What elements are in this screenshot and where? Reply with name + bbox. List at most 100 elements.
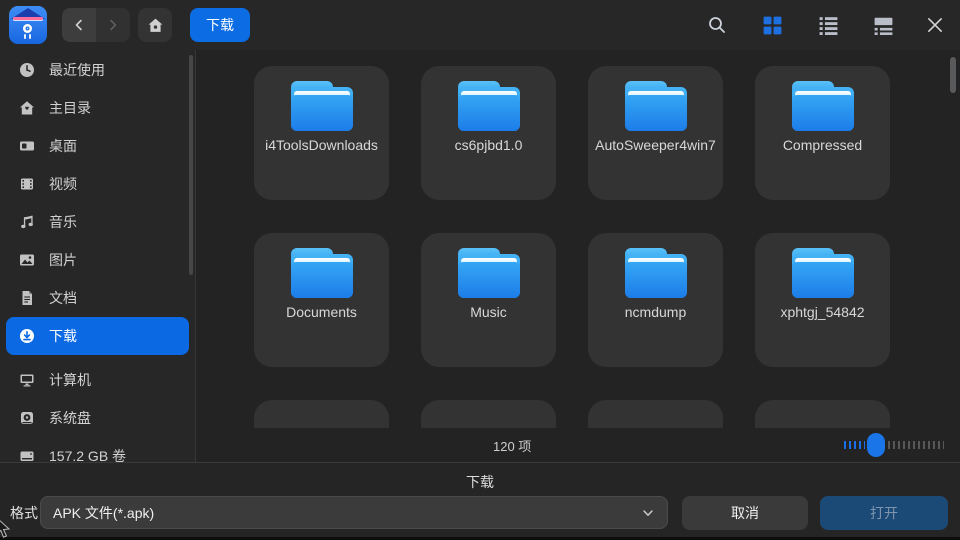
folder-icon	[792, 248, 854, 298]
cancel-button[interactable]: 取消	[682, 496, 808, 530]
sidebar-item-recent[interactable]: 最近使用	[6, 51, 189, 89]
sidebar-item-documents[interactable]: 文档	[6, 279, 189, 317]
list-view-button[interactable]	[818, 15, 838, 35]
detail-view-icon	[874, 16, 893, 35]
item-count: 120 项	[493, 436, 531, 455]
folder-name: xphtgj_54842	[762, 304, 884, 322]
sidebar-item-desktop[interactable]: 桌面	[6, 127, 189, 165]
breadcrumb-current-folder[interactable]: 下载	[190, 8, 250, 42]
close-button[interactable]	[925, 15, 945, 35]
download-icon	[19, 328, 35, 344]
dialog-title: 下载	[0, 472, 960, 492]
sidebar-item-label: 系统盘	[49, 408, 91, 428]
sidebar-item-system-disk[interactable]: 系统盘	[6, 399, 189, 437]
file-dialog-window: 下载 最近使用 主目录	[0, 0, 960, 540]
slider-ticks-active	[844, 441, 865, 449]
back-button[interactable]	[62, 8, 96, 42]
volume-icon	[19, 448, 35, 462]
folder-name: ncmdump	[595, 304, 717, 322]
file-grid-scrollbar[interactable]	[950, 57, 956, 93]
sidebar-item-music[interactable]: 音乐	[6, 203, 189, 241]
folder-tile-partial[interactable]	[588, 400, 723, 428]
title-bar: 下载	[0, 0, 960, 50]
folder-icon	[458, 248, 520, 298]
folder-tile[interactable]: Documents	[254, 233, 389, 367]
folder-name: AutoSweeper4win7	[595, 137, 717, 155]
navigation-group	[62, 8, 130, 42]
folder-tile[interactable]: ncmdump	[588, 233, 723, 367]
sidebar-item-label: 计算机	[49, 370, 91, 390]
sidebar-item-label: 图片	[49, 250, 77, 270]
computer-icon	[19, 372, 35, 388]
folder-tile-partial[interactable]	[254, 400, 389, 428]
folder-icon	[291, 81, 353, 131]
sidebar: 最近使用 主目录 桌面 视频 音乐 图片	[0, 50, 196, 462]
folder-tile-partial[interactable]	[421, 400, 556, 428]
close-icon	[926, 16, 944, 34]
open-button[interactable]: 打开	[820, 496, 948, 530]
sidebar-item-label: 视频	[49, 174, 77, 194]
forward-icon	[106, 18, 120, 32]
folder-tile-partial[interactable]	[755, 400, 890, 428]
folder-tile[interactable]: Music	[421, 233, 556, 367]
folder-name: cs6pjbd1.0	[428, 137, 550, 155]
sidebar-item-label: 157.2 GB 卷	[49, 446, 126, 462]
folder-name: i4ToolsDownloads	[261, 137, 383, 155]
mouse-cursor	[0, 518, 12, 538]
sidebar-item-label: 音乐	[49, 212, 77, 232]
folder-tile[interactable]: cs6pjbd1.0	[421, 66, 556, 200]
music-icon	[19, 214, 35, 230]
file-grid-panel: i4ToolsDownloads cs6pjbd1.0 AutoSweeper4…	[197, 50, 960, 428]
folder-icon	[291, 248, 353, 298]
dialog-footer: 下载 格式 APK 文件(*.apk) 取消 打开	[0, 462, 960, 537]
folder-tile[interactable]: xphtgj_54842	[755, 233, 890, 367]
folder-icon	[458, 81, 520, 131]
search-icon	[707, 15, 727, 35]
folder-name: Compressed	[762, 137, 884, 155]
slider-ticks-inactive	[888, 441, 944, 449]
folder-icon	[625, 81, 687, 131]
folder-name: Music	[428, 304, 550, 322]
search-button[interactable]	[707, 15, 727, 35]
image-icon	[19, 252, 35, 268]
sidebar-item-pictures[interactable]: 图片	[6, 241, 189, 279]
format-label: 格式	[10, 503, 38, 523]
folder-tile[interactable]: i4ToolsDownloads	[254, 66, 389, 200]
sidebar-item-label: 文档	[49, 288, 77, 308]
file-manager-app-icon	[9, 6, 47, 44]
back-icon	[72, 18, 86, 32]
grid-view-icon	[763, 16, 782, 35]
detail-view-button[interactable]	[873, 15, 893, 35]
disk-icon	[19, 410, 35, 426]
forward-button[interactable]	[96, 8, 130, 42]
sidebar-item-label: 最近使用	[49, 60, 105, 80]
status-bar: 120 项	[197, 428, 960, 462]
slider-thumb[interactable]	[867, 433, 885, 457]
video-icon	[19, 176, 35, 192]
format-value: APK 文件(*.apk)	[53, 503, 641, 523]
sidebar-item-label: 桌面	[49, 136, 77, 156]
sidebar-item-computer[interactable]: 计算机	[6, 361, 189, 399]
sidebar-item-volume[interactable]: 157.2 GB 卷	[6, 437, 189, 462]
folder-name: Documents	[261, 304, 383, 322]
sidebar-scrollbar[interactable]	[189, 55, 193, 275]
home-icon	[19, 100, 35, 116]
list-view-icon	[819, 16, 838, 35]
folder-icon	[792, 81, 854, 131]
clock-icon	[19, 62, 35, 78]
sidebar-item-home[interactable]: 主目录	[6, 89, 189, 127]
document-icon	[19, 290, 35, 306]
format-dropdown[interactable]: APK 文件(*.apk)	[40, 496, 668, 529]
desktop-icon	[19, 138, 35, 154]
home-icon	[147, 17, 164, 34]
sidebar-item-downloads[interactable]: 下载	[6, 317, 189, 355]
folder-icon	[625, 248, 687, 298]
sidebar-item-videos[interactable]: 视频	[6, 165, 189, 203]
icon-size-slider[interactable]	[844, 433, 944, 457]
folder-tile[interactable]: AutoSweeper4win7	[588, 66, 723, 200]
sidebar-item-label: 主目录	[49, 98, 91, 118]
folder-tile[interactable]: Compressed	[755, 66, 890, 200]
grid-view-button[interactable]	[762, 15, 782, 35]
home-button[interactable]	[138, 8, 172, 42]
sidebar-item-label: 下载	[49, 326, 77, 346]
